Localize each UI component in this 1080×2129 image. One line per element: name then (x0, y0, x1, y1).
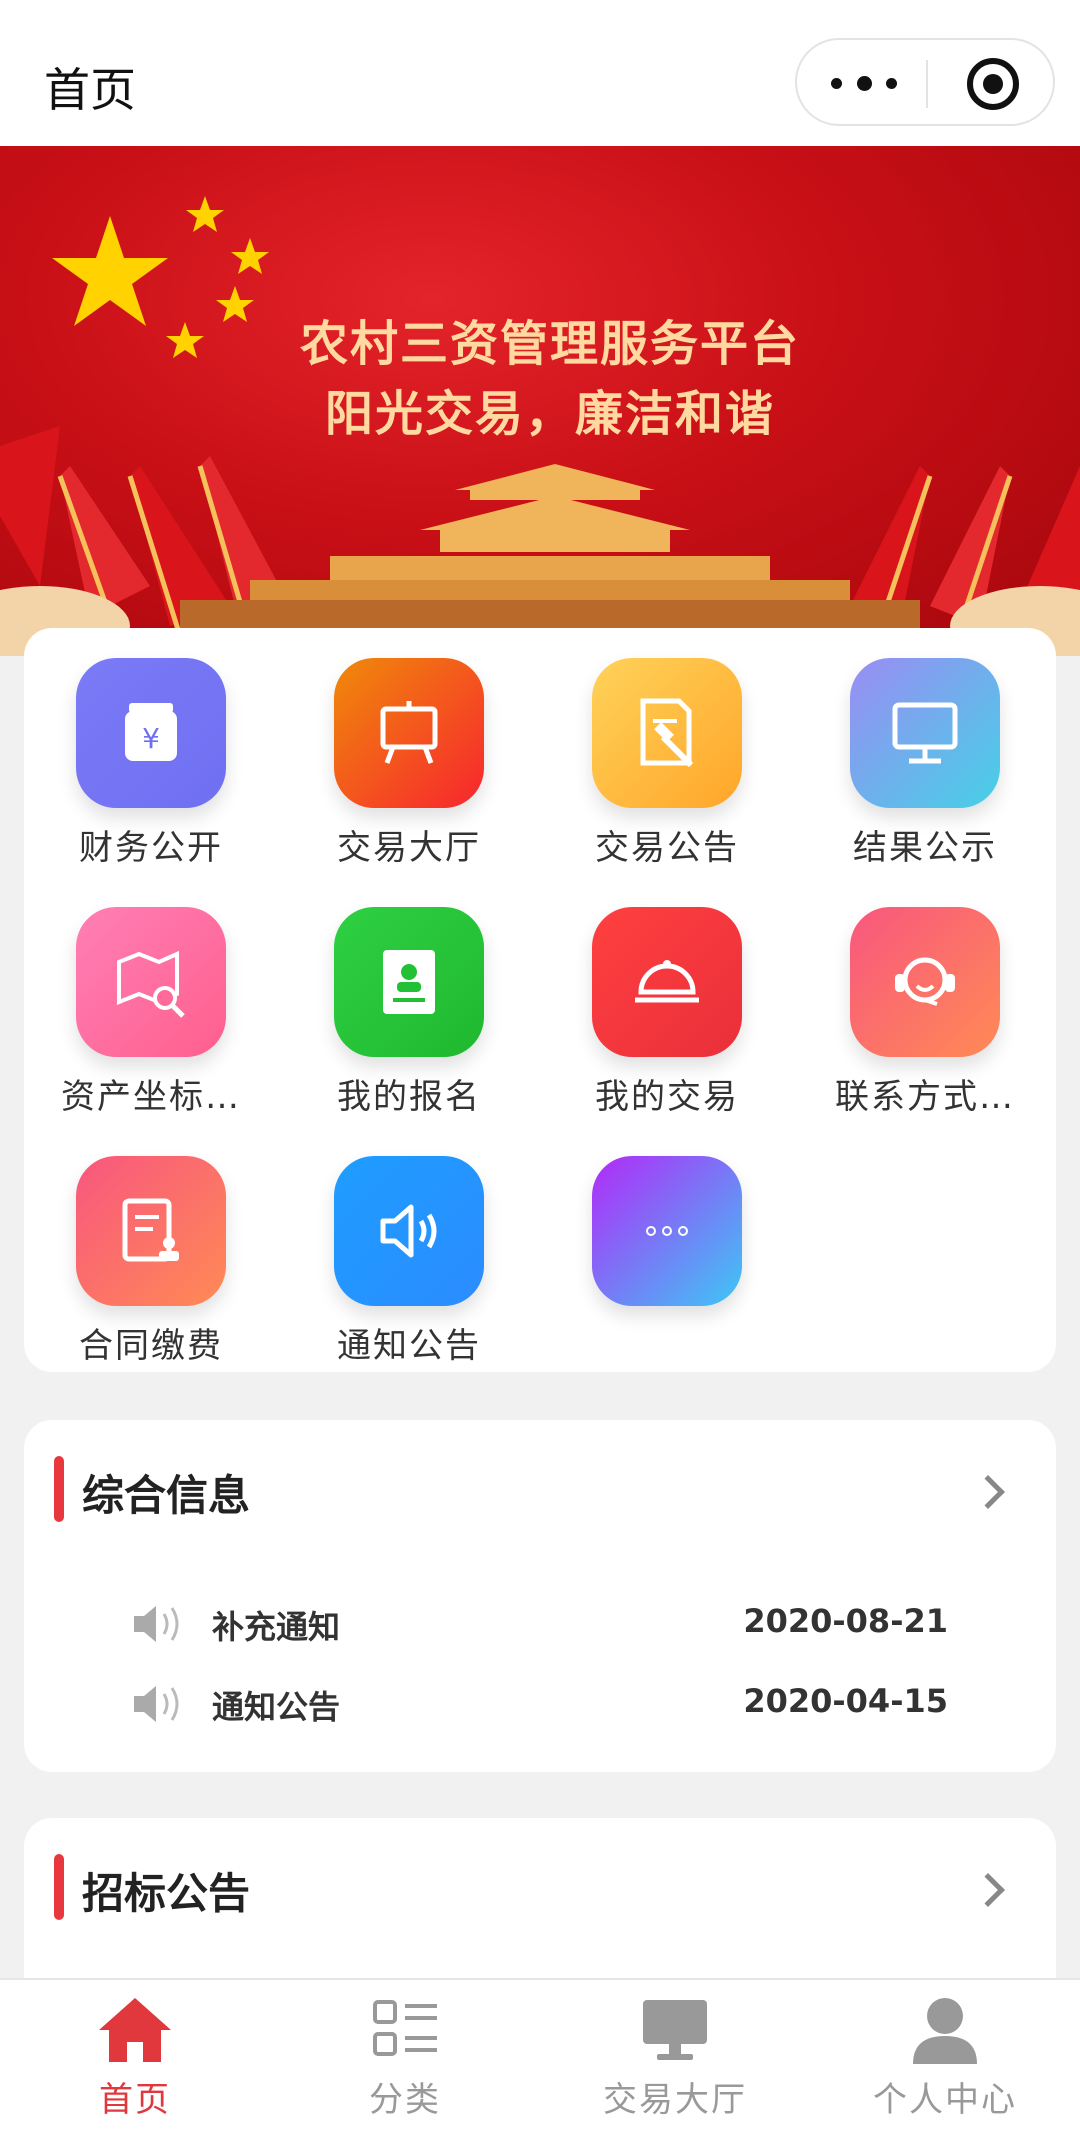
tab-label: 首页 (99, 2080, 171, 2120)
grid-item-trading-hall[interactable]: 交易大厅 (309, 628, 509, 868)
grid-item-my-registration[interactable]: 我的报名 (309, 877, 509, 1117)
grid-item-more[interactable] (567, 1126, 767, 1366)
grid-item-contact[interactable]: 联系方式… (825, 877, 1025, 1117)
home-icon (99, 1998, 171, 2062)
banner-slogan: 阳光交易，廉洁和谐 (324, 386, 775, 442)
category-list-icon (373, 2000, 437, 2056)
monitor-icon (850, 658, 1000, 808)
bottom-tab-bar: 首页 分类 交易大厅 个人中心 (0, 1978, 1080, 2129)
hero-banner[interactable]: 农村三资管理服务平台 阳光交易，廉洁和谐 (0, 146, 1080, 656)
grid-item-label: 交易大厅 (337, 828, 481, 868)
close-target-icon[interactable] (967, 58, 1019, 110)
chevron-right-icon[interactable] (971, 1475, 1005, 1509)
grid-item-label: 我的报名 (337, 1077, 481, 1117)
svg-text:¥: ¥ (142, 722, 160, 755)
easel-icon (334, 658, 484, 808)
notice-title: 补充通知 (212, 1608, 341, 1646)
small-star-icon (186, 196, 224, 232)
grid-item-label: 交易公告 (595, 828, 739, 868)
tab-label: 个人中心 (873, 2080, 1017, 2120)
tab-home[interactable]: 首页 (0, 1980, 270, 2129)
user-icon (913, 1998, 977, 2064)
grid-item-label: 通知公告 (337, 1326, 481, 1366)
grid-item-contract-payment[interactable]: 合同缴费 (51, 1126, 251, 1366)
grid-item-asset-coordinates[interactable]: 资产坐标… (51, 877, 251, 1117)
section-accent-bar (54, 1854, 64, 1920)
grid-item-result-publicity[interactable]: 结果公示 (825, 628, 1025, 868)
chevron-right-icon[interactable] (971, 1873, 1005, 1907)
section-accent-bar (54, 1456, 64, 1522)
grid-item-label: 合同缴费 (79, 1326, 223, 1366)
grid-item-label: 联系方式… (835, 1077, 1015, 1117)
grid-item-my-trades[interactable]: 我的交易 (567, 877, 767, 1117)
notice-title: 通知公告 (212, 1688, 341, 1726)
notice-date: 2020-08-21 (743, 1602, 948, 1640)
tab-label: 交易大厅 (603, 2080, 747, 2120)
grid-item-finance[interactable]: ¥ 财务公开 (51, 628, 251, 868)
money-jar-icon: ¥ (76, 658, 226, 808)
general-info-card: 综合信息 补充通知 2020-08-21 通知公告 2020-04-15 (24, 1420, 1056, 1772)
page-title: 首页 (44, 63, 136, 117)
contract-icon (76, 1156, 226, 1306)
speaker-icon (134, 1606, 179, 1642)
section-title: 综合信息 (82, 1471, 251, 1520)
notice-item[interactable]: 通知公告 2020-04-15 (108, 1672, 948, 1732)
more-menu-icon[interactable] (831, 68, 897, 98)
monitor-icon (643, 2000, 707, 2060)
capsule-divider (926, 60, 928, 108)
feature-grid: ¥ 财务公开 交易大厅 交易公告 结果公示 资产坐标… 我的报名 我的交易 联系… (24, 628, 1056, 1372)
tab-category[interactable]: 分类 (270, 1980, 540, 2129)
small-star-icon (231, 238, 269, 274)
banner-headline: 农村三资管理服务平台 (299, 316, 800, 372)
cloche-icon (592, 907, 742, 1057)
notice-date: 2020-04-15 (743, 1682, 948, 1720)
notice-item[interactable]: 补充通知 2020-08-21 (108, 1592, 948, 1652)
speaker-icon (134, 1686, 179, 1722)
map-search-icon (76, 907, 226, 1057)
headset-icon (850, 907, 1000, 1057)
grid-item-label: 结果公示 (853, 828, 997, 868)
grid-item-label: 财务公开 (79, 828, 223, 868)
more-dots-icon (592, 1156, 742, 1306)
section-title: 招标公告 (82, 1869, 251, 1918)
grid-item-trade-notice[interactable]: 交易公告 (567, 628, 767, 868)
grid-item-label: 我的交易 (595, 1077, 739, 1117)
grid-item-notifications[interactable]: 通知公告 (309, 1126, 509, 1366)
tab-profile[interactable]: 个人中心 (810, 1980, 1080, 2129)
auction-document-icon (592, 658, 742, 808)
speaker-icon (334, 1156, 484, 1306)
tab-label: 分类 (369, 2080, 441, 2120)
tab-trading-hall[interactable]: 交易大厅 (540, 1980, 810, 2129)
grid-item-label: 资产坐标… (61, 1077, 241, 1117)
id-card-icon (334, 907, 484, 1057)
mini-program-capsule (795, 38, 1055, 126)
top-bar: 首页 (0, 0, 1080, 146)
